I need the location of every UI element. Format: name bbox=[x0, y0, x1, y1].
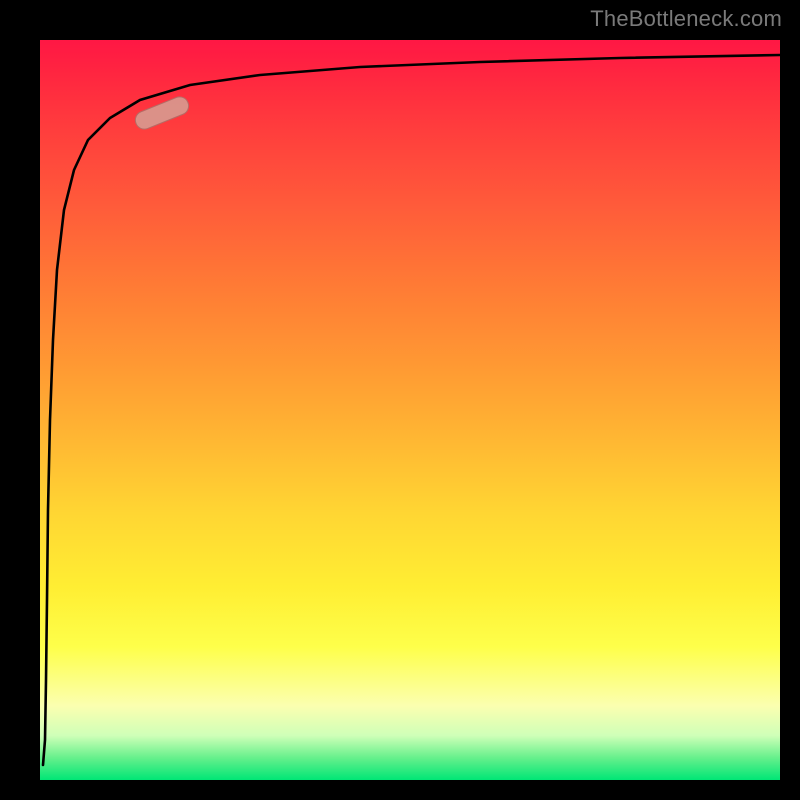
watermark-text: TheBottleneck.com bbox=[590, 6, 782, 32]
plot-gradient-area bbox=[40, 40, 780, 780]
chart-stage: TheBottleneck.com bbox=[0, 0, 800, 800]
